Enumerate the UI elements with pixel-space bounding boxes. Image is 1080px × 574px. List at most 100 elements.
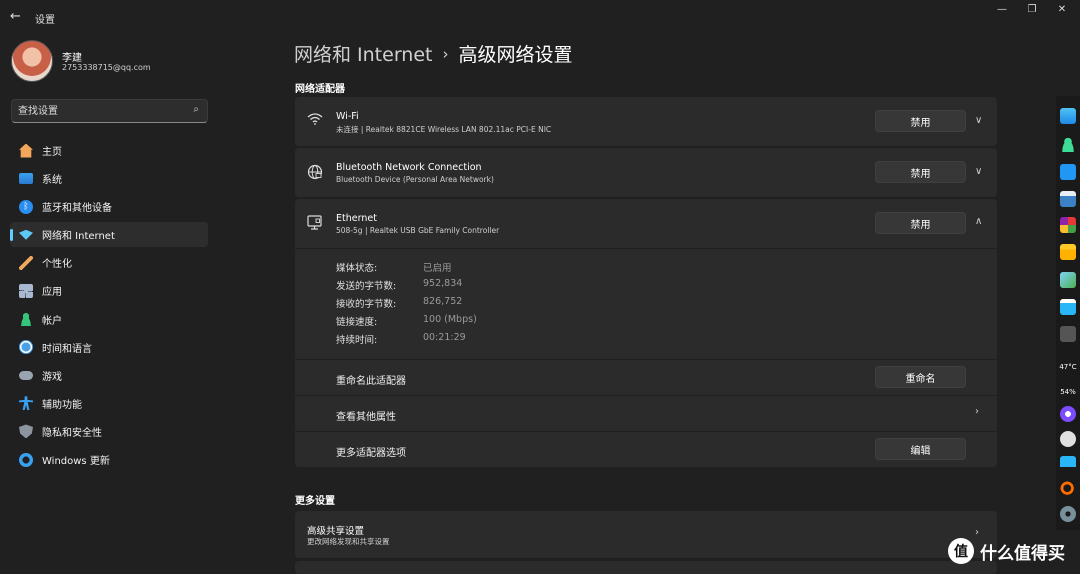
wifi-icon (307, 113, 323, 129)
profile-app-icon[interactable] (1060, 431, 1076, 447)
chevron-down-icon[interactable]: ∨ (975, 115, 982, 126)
folder-icon[interactable] (1060, 244, 1076, 260)
sidebar-item-label: 系统 (42, 175, 62, 187)
breadcrumb: 网络和 Internet › 高级网络设置 (294, 40, 573, 67)
sidebar-item-windows-update[interactable]: Windows 更新 (10, 447, 208, 472)
sidebar-item-privacy[interactable]: 隐私和安全性 (10, 419, 208, 444)
sidebar-item-network[interactable]: 网络和 Internet (10, 222, 208, 248)
this-pc-icon[interactable] (1060, 108, 1076, 124)
title-bar: ← 设置 — ❐ ✕ (0, 0, 1080, 32)
usage-percent: 54% (1060, 388, 1076, 396)
advanced-sharing-title: 高级共享设置 (307, 526, 365, 537)
globe-network-icon (307, 164, 323, 184)
disable-ethernet-button[interactable]: 禁用 (875, 212, 966, 234)
sidebar-item-bluetooth[interactable]: ᛒ 蓝牙和其他设备 (10, 194, 208, 219)
detail-value-bytes-sent: 952,834 (423, 278, 463, 289)
shield-icon (19, 424, 33, 439)
detail-value-duration: 00:21:29 (423, 332, 466, 343)
sidebar-item-label: 时间和语言 (42, 343, 92, 355)
more-adapter-options-label: 更多适配器选项 (336, 448, 406, 459)
advanced-sharing-card[interactable]: 高级共享设置 更改网络发现和共享设置 › (295, 511, 997, 558)
divider (295, 248, 997, 249)
back-arrow-icon[interactable]: ← (10, 9, 21, 24)
detail-label-bytes-sent: 发送的字节数: (336, 281, 397, 292)
disable-wifi-button[interactable]: 禁用 (875, 110, 966, 132)
search-box[interactable]: ⌕ (11, 99, 208, 123)
adapter-card-wifi[interactable]: Wi-Fi 未连接 | Realtek 8821CE Wireless LAN … (295, 97, 997, 146)
edit-button[interactable]: 编辑 (875, 438, 966, 460)
page-title: 高级网络设置 (458, 44, 573, 66)
notepad-icon[interactable] (1060, 191, 1076, 207)
detail-value-link-speed: 100 (Mbps) (423, 314, 477, 325)
breadcrumb-parent[interactable]: 网络和 Internet (294, 44, 432, 66)
adapter-card-ethernet: Ethernet 508-5g | Realtek USB GbE Family… (295, 199, 997, 467)
detail-label-media-status: 媒体状态: (336, 263, 378, 274)
search-app-icon[interactable] (1060, 481, 1076, 497)
accessibility-icon (19, 396, 33, 411)
detail-label-duration: 持续时间: (336, 335, 378, 346)
advanced-sharing-subtitle: 更改网络发现和共享设置 (307, 537, 390, 546)
chevron-up-icon[interactable]: ∧ (975, 216, 982, 227)
disable-bluetooth-button[interactable]: 禁用 (875, 161, 966, 183)
update-icon (19, 452, 33, 467)
more-apps-icon[interactable] (1060, 326, 1076, 342)
home-icon (19, 143, 33, 158)
adapter-name: Ethernet (336, 213, 377, 224)
chevron-down-icon[interactable]: ∨ (975, 166, 982, 177)
archive-icon[interactable] (1060, 217, 1076, 233)
monitor-icon[interactable] (1060, 456, 1076, 472)
watermark-logo: 值 (948, 538, 974, 564)
sidebar-item-apps[interactable]: 应用 (10, 278, 208, 303)
sidebar-item-label: 网络和 Internet (42, 231, 115, 243)
breadcrumb-separator: › (442, 45, 449, 63)
chevron-right-icon[interactable]: › (975, 527, 979, 538)
shortcut-icon[interactable] (1060, 164, 1076, 180)
sidebar-item-label: 帐户 (42, 315, 62, 327)
user-icon[interactable] (1060, 136, 1076, 152)
sidebar-item-system[interactable]: 系统 (10, 166, 208, 191)
profile-email: 2753338715@qq.com (62, 63, 151, 72)
minimize-icon[interactable]: — (987, 4, 1017, 18)
photos-icon[interactable] (1060, 272, 1076, 288)
sidebar-item-label: Windows 更新 (42, 456, 110, 468)
divider (295, 431, 997, 432)
security-app-icon[interactable] (1060, 406, 1076, 422)
adapter-description: Bluetooth Device (Personal Area Network) (336, 175, 494, 184)
detail-label-bytes-received: 接收的字节数: (336, 299, 397, 310)
watermark-text: 什么值得买 (980, 543, 1065, 564)
rename-adapter-label: 重命名此适配器 (336, 376, 406, 387)
maximize-icon[interactable]: ❐ (1017, 4, 1047, 18)
media-player-icon[interactable] (1060, 299, 1076, 315)
sidebar-item-personalization[interactable]: 个性化 (10, 250, 208, 275)
sidebar-item-label: 蓝牙和其他设备 (42, 203, 112, 215)
chevron-right-icon[interactable]: › (975, 406, 979, 417)
rename-button[interactable]: 重命名 (875, 366, 966, 388)
avatar[interactable] (11, 40, 53, 82)
adapter-card-bluetooth[interactable]: Bluetooth Network Connection Bluetooth D… (295, 148, 997, 197)
profile-name: 李建 (62, 53, 82, 64)
sidebar-item-accessibility[interactable]: 辅助功能 (10, 391, 208, 416)
bluetooth-icon: ᛒ (19, 199, 33, 214)
detail-value-bytes-received: 826,752 (423, 296, 463, 307)
adapter-name: Wi-Fi (336, 111, 359, 122)
sidebar-item-gaming[interactable]: 游戏 (10, 363, 208, 388)
sidebar-item-accounts[interactable]: 帐户 (10, 307, 208, 332)
sidebar-item-home[interactable]: 主页 (10, 138, 208, 163)
next-settings-card[interactable] (295, 561, 997, 574)
side-taskbar: 47°C 54% (1056, 96, 1080, 530)
account-icon (19, 312, 33, 327)
globe-clock-icon (19, 340, 33, 355)
sidebar-item-label: 个性化 (42, 259, 72, 271)
adapter-description: 508-5g | Realtek USB GbE Family Controll… (336, 226, 500, 235)
settings-gear-icon[interactable] (1060, 506, 1076, 522)
view-properties-row[interactable]: 查看其他属性 (336, 408, 396, 423)
sidebar-nav: 主页 系统 ᛒ 蓝牙和其他设备 网络和 Internet 个性化 应用 帐户 时… (10, 138, 208, 475)
cpu-temperature: 47°C (1059, 363, 1077, 371)
system-icon (19, 173, 33, 185)
search-input[interactable] (18, 103, 178, 119)
search-icon[interactable]: ⌕ (193, 104, 199, 115)
divider (295, 359, 997, 360)
brush-icon (19, 255, 33, 270)
sidebar-item-time-language[interactable]: 时间和语言 (10, 335, 208, 360)
close-icon[interactable]: ✕ (1047, 4, 1077, 18)
